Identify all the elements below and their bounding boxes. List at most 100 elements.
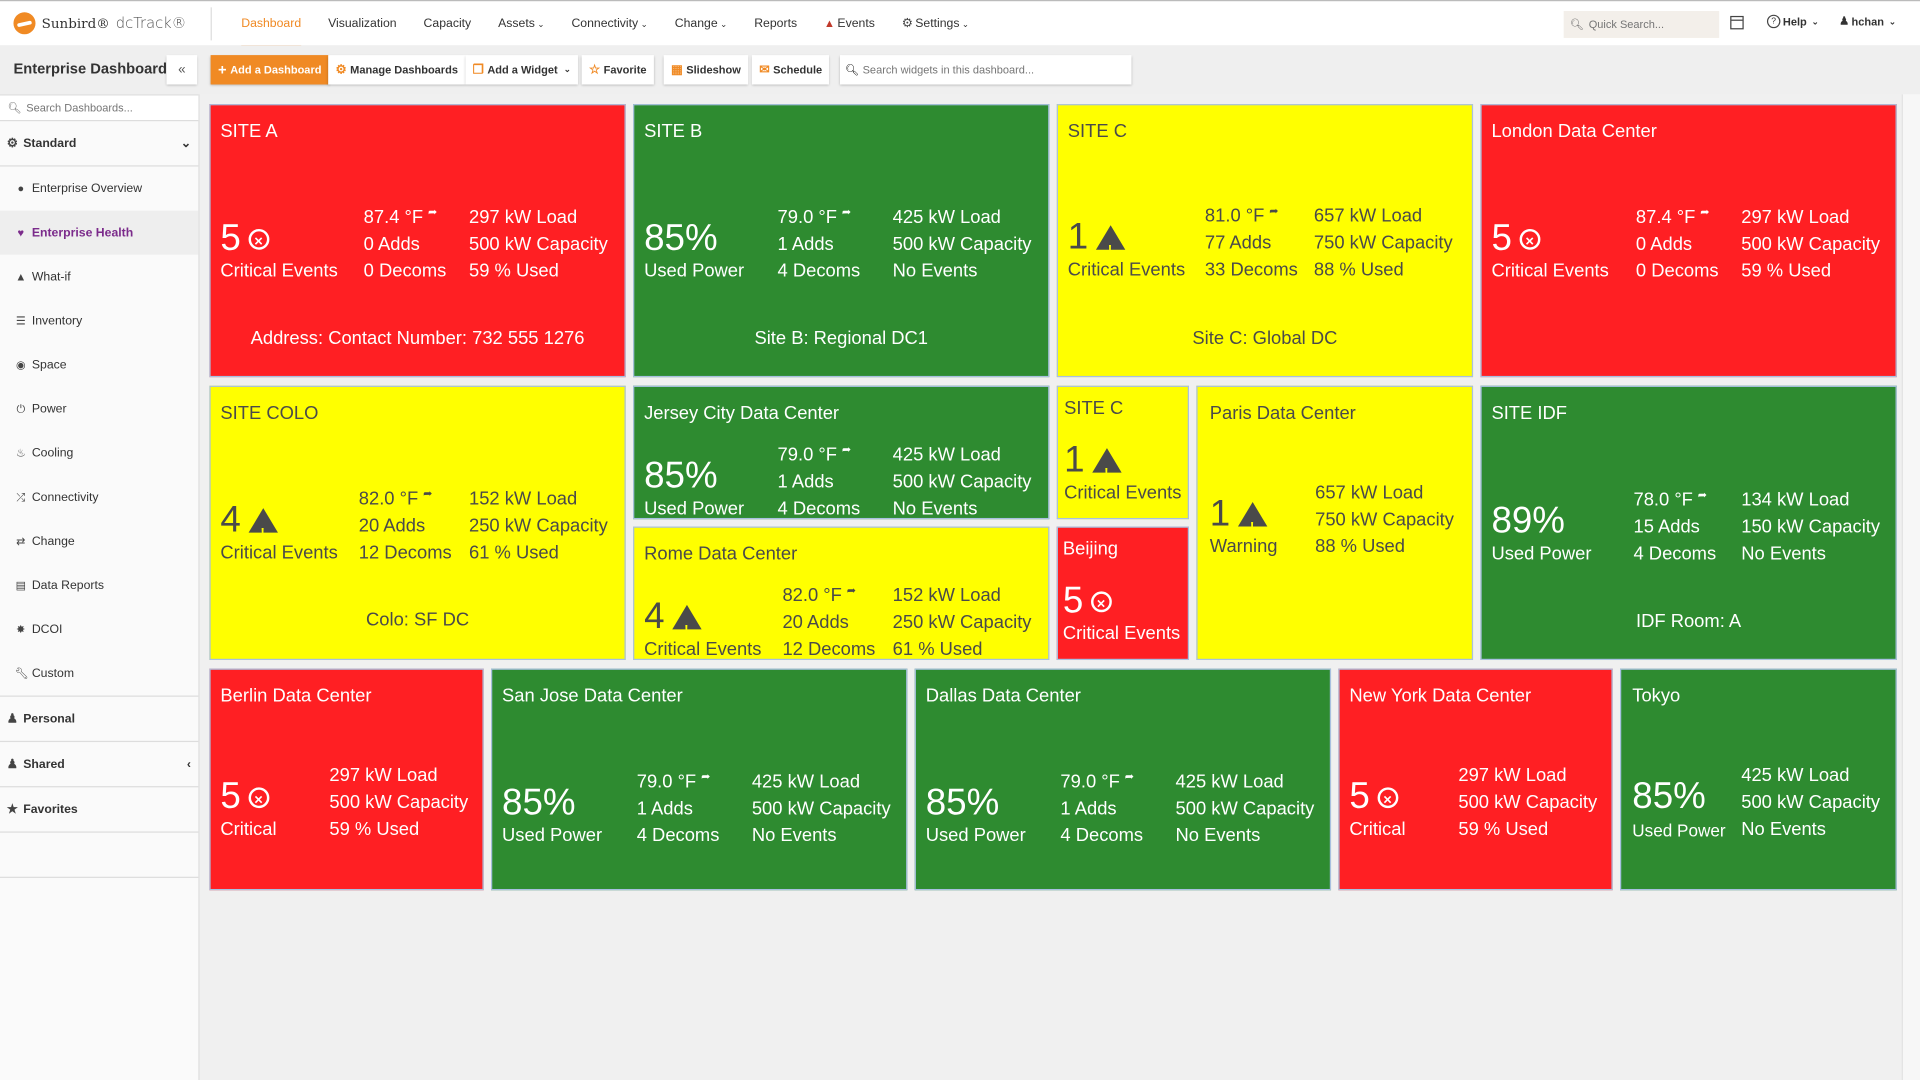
user-menu[interactable]: ♟ hchan ⌄ <box>1839 15 1896 28</box>
sidebar-item-what-if[interactable]: ▲ What-if <box>0 255 198 299</box>
question-circle-icon: ? <box>1766 14 1781 29</box>
main-label: Warning <box>1209 536 1278 558</box>
critical-x-icon: × <box>1519 228 1541 250</box>
add-widget-button[interactable]: ❐ Add a Widget ⌄ <box>465 55 579 85</box>
calendar-icon[interactable] <box>1730 15 1744 30</box>
external-link-icon[interactable]: ➦ <box>428 206 437 218</box>
nav-reports[interactable]: Reports <box>741 1 811 46</box>
help-menu[interactable]: ? Help ⌄ <box>1766 14 1819 29</box>
sidebar-group-standard[interactable]: ⚙ Standard ⌄ <box>0 121 199 167</box>
widget-site-c-small[interactable]: SITE C 1Critical Events <box>1056 385 1189 520</box>
load: 152 kW Load <box>892 585 1001 607</box>
sidebar-item-cooling[interactable]: ♨ Cooling <box>0 431 198 475</box>
add-widget-label: Add a Widget <box>487 63 558 76</box>
widget-site-c[interactable]: SITE C 1Critical Events 81.0 °F ➦ 77 Adds 3… <box>1056 104 1474 378</box>
widget-site-colo[interactable]: SITE COLO 4Critical Events 82.0 °F ➦ 20 Ad… <box>209 385 626 661</box>
sidebar-group-favorites[interactable]: ★ Favorites <box>0 787 199 833</box>
sidebar-group-shared[interactable]: ♟ Shared ‹ <box>0 742 199 788</box>
manage-dashboards-button[interactable]: ⚙ Manage Dashboards <box>328 55 466 85</box>
external-link-icon[interactable]: ➦ <box>1700 206 1709 218</box>
chevron-down-icon: ⌄ <box>961 20 970 30</box>
add-dashboard-button[interactable]: + Add a Dashboard <box>210 55 329 85</box>
temperature: 79.0 °F <box>777 444 837 466</box>
dashboard-search-input[interactable] <box>21 100 188 116</box>
slideshow-button[interactable]: ▦ Slideshow <box>663 55 749 85</box>
wrench-icon: 🔧︎ <box>14 666 29 679</box>
widget-dallas[interactable]: Dallas Data Center 85% Used Power 79.0 °F… <box>914 668 1332 891</box>
sidebar-item-dcoi[interactable]: ✸ DCOI <box>0 607 198 651</box>
widget-san-jose[interactable]: San Jose Data Center 85% Used Power 79.0 … <box>491 668 908 891</box>
nav-dashboard[interactable]: Dashboard <box>228 1 315 48</box>
widget-search-input[interactable] <box>858 62 1123 78</box>
sidebar-item-inventory[interactable]: ☰ Inventory <box>0 299 198 343</box>
widget-footer: Colo: SF DC <box>366 609 470 631</box>
widget-new-york[interactable]: New York Data Center 5 × Critical 297 kW L… <box>1338 668 1613 891</box>
sidebar-item-enterprise-overview[interactable]: ● Enterprise Overview <box>0 167 198 211</box>
external-link-icon[interactable]: ➦ <box>842 443 851 455</box>
nav-connectivity[interactable]: Connectivity ⌄ <box>558 1 661 46</box>
collapse-sidebar-button[interactable]: « <box>166 55 198 85</box>
used-power-percent: 85% <box>644 455 718 496</box>
sidebar-group-personal[interactable]: ♟ Personal <box>0 697 199 743</box>
nav-events[interactable]: ▲ Events <box>811 1 889 46</box>
decoms: 4 Decoms <box>1633 543 1717 565</box>
dashboard-toolbar: Enterprise Dashboard « + Add a Dashboard … <box>0 45 1920 95</box>
nav-visualization[interactable]: Visualization <box>315 1 410 46</box>
external-link-icon[interactable]: ➦ <box>842 206 851 218</box>
widget-london[interactable]: London Data Center 5 × Critical Events 87.… <box>1480 104 1897 378</box>
widget-site-b[interactable]: SITE B 85% Used Power 79.0 °F ➦ 1 Adds 4 Dec… <box>633 104 1050 378</box>
used: 88 % Used <box>1313 259 1404 281</box>
sidebar-item-change[interactable]: ⇄ Change <box>0 519 198 563</box>
widget-site-a[interactable]: SITE A 5 × Critical Events 87.4 °F ➦ 0 Adds 0… <box>209 104 626 378</box>
sidebar-item-label: Space <box>31 358 67 372</box>
page-scrollbar[interactable] <box>1901 94 1920 1080</box>
widget-jersey-city[interactable]: Jersey City Data Center 85% Used Power 79… <box>633 385 1050 520</box>
event-count: 4 <box>220 499 241 541</box>
critical-count: 5 <box>1491 217 1512 259</box>
external-link-icon[interactable]: ➦ <box>701 770 710 782</box>
adds: 0 Adds <box>1635 233 1693 255</box>
sunbird-logo[interactable]: Sunbird® dcTrack® <box>13 12 186 35</box>
favorite-button[interactable]: ☆ Favorite <box>581 55 654 85</box>
dashboard-search[interactable]: 🔍︎ <box>0 94 199 122</box>
used: 61 % Used <box>468 542 559 564</box>
widget-title: SITE COLO <box>220 402 319 424</box>
external-link-icon[interactable]: ➦ <box>1698 489 1707 501</box>
external-link-icon[interactable]: ➦ <box>1125 770 1134 782</box>
sidebar-item-data-reports[interactable]: ▤ Data Reports <box>0 563 198 607</box>
sidebar-item-label: Enterprise Health <box>31 225 134 240</box>
widget-footer: Address: Contact Number: 732 555 1276 <box>250 328 585 349</box>
external-link-icon[interactable]: ➦ <box>847 584 856 596</box>
sidebar-item-connectivity[interactable]: ⤮ Connectivity <box>0 475 198 519</box>
sidebar-item-space[interactable]: ◉ Space <box>0 343 198 387</box>
nav-assets[interactable]: Assets ⌄ <box>485 1 558 46</box>
help-label: Help <box>1782 15 1807 28</box>
quick-search-input[interactable] <box>1583 18 1712 31</box>
critical-x-icon: × <box>1377 786 1398 808</box>
widget-title: SITE C <box>1064 397 1124 419</box>
sidebar-item-power[interactable]: ⏻ Power <box>0 387 198 431</box>
events: No Events <box>892 260 978 282</box>
sidebar-item-custom[interactable]: 🔧︎ Custom <box>0 651 199 697</box>
main-label: Critical Events <box>220 260 338 282</box>
schedule-button[interactable]: ✉ Schedule <box>751 55 830 85</box>
nav-change[interactable]: Change ⌄ <box>661 1 740 46</box>
quick-search[interactable]: 🔍︎ <box>1563 11 1720 38</box>
external-link-icon[interactable]: ➦ <box>423 487 432 499</box>
widget-beijing[interactable]: Beijing 5 × Critical Events <box>1056 526 1189 661</box>
thermometer-icon: ♨ <box>15 446 26 459</box>
widget-site-idf[interactable]: SITE IDF 89% Used Power 78.0 °F ➦ 15 Adds 4 … <box>1480 385 1897 661</box>
nav-settings[interactable]: ⚙ Settings ⌄ <box>888 1 982 46</box>
main-label: Used Power <box>644 498 745 520</box>
widget-search[interactable]: 🔍︎ <box>840 55 1132 85</box>
search-icon: 🔍︎ <box>7 101 22 114</box>
sidebar-item-enterprise-health[interactable]: ♥ Enterprise Health <box>0 210 199 255</box>
nav-capacity[interactable]: Capacity <box>410 1 485 46</box>
nav-capacity-label: Capacity <box>423 17 472 31</box>
widget-paris[interactable]: Paris Data Center 1Warning 657 kW Load 75… <box>1196 385 1474 661</box>
widget-berlin[interactable]: Berlin Data Center 5 × Critical 297 kW Loa… <box>209 668 484 891</box>
widget-rome[interactable]: Rome Data Center 4Critical Events 82.0 °… <box>633 526 1050 661</box>
widget-tokyo[interactable]: Tokyo 85% Used Power 425 kW Load 500 kW Ca… <box>1620 668 1897 891</box>
external-link-icon[interactable]: ➦ <box>1269 204 1278 216</box>
widget-title: Paris Data Center <box>1209 402 1356 424</box>
